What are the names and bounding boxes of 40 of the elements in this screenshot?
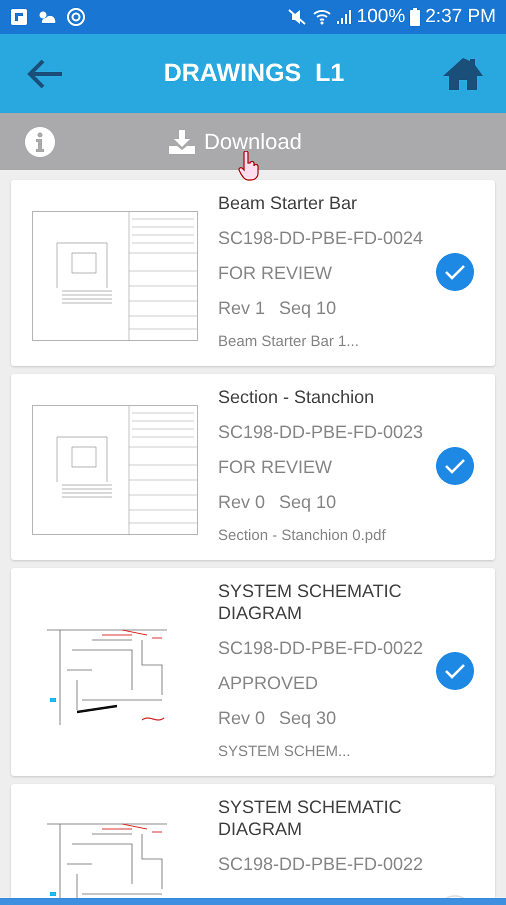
app-icon (10, 8, 28, 26)
review-status: APPROVED (218, 672, 320, 694)
drawing-number: SC198-DD-PBE-FD-0023 (218, 421, 424, 443)
mute-icon (286, 8, 308, 26)
file-name: SYSTEM SCHEM... (218, 742, 352, 762)
signal-icon (336, 9, 352, 25)
check-icon[interactable] (435, 252, 475, 292)
drawing-number: SC198-DD-PBE-FD-0024 (218, 227, 424, 249)
drawing-card[interactable]: Beam Starter Bar SC198-DD-PBE-FD-0024 FOR REVIEW Rev 1 Seq 10 Beam Starter Bar 1... (11, 180, 495, 366)
hand-cursor-icon (237, 151, 259, 181)
clock-time: 2:37 PM (425, 6, 496, 28)
home-icon[interactable] (442, 56, 484, 90)
review-status: FOR REVIEW (218, 456, 334, 478)
drawing-title: SYSTEM SCHEMATIC DIAGRAM (218, 796, 403, 840)
file-name: Beam Starter Bar 1... (218, 332, 360, 352)
revision-label: Rev 1 (218, 297, 266, 319)
revision-label: Rev 0 (218, 491, 266, 513)
check-icon[interactable] (435, 651, 475, 691)
drawing-title: SYSTEM SCHEMATIC DIAGRAM (218, 580, 403, 624)
drawing-card[interactable]: SYSTEM SCHEMATIC DIAGRAM SC198-DD-PBE-FD-0022 (11, 784, 495, 898)
revision-label: Rev 0 (218, 707, 266, 729)
review-status: FOR REVIEW (218, 262, 334, 284)
sequence-label: Seq 10 (279, 297, 336, 319)
drawing-title: Section - Stanchion (218, 386, 376, 408)
sequence-label: Seq 10 (279, 491, 336, 513)
battery-icon (410, 8, 420, 26)
download-icon (168, 128, 196, 154)
sequence-label: Seq 30 (279, 707, 336, 729)
battery-percent: 100% (356, 6, 406, 28)
drawing-title: Beam Starter Bar (218, 192, 358, 214)
file-name: Section - Stanchion 0.pdf (218, 526, 387, 546)
sync-icon (66, 7, 86, 27)
drawing-card[interactable]: Section - Stanchion SC198-DD-PBE-FD-0023 FOR REVIEW Rev 0 Seq 10 Section - Stanchion 0.pdf (11, 374, 495, 560)
check-icon[interactable] (435, 446, 475, 486)
drawing-card[interactable]: SYSTEM SCHEMATIC DIAGRAM SC198-DD-PBE-FD-0022 APPROVED Rev 0 Seq 30 SYSTEM SCHEM... (11, 568, 495, 776)
info-icon[interactable] (24, 126, 56, 158)
drawing-number: SC198-DD-PBE-FD-0022 (218, 853, 424, 875)
drawing-number: SC198-DD-PBE-FD-0022 (218, 637, 424, 659)
screen-title: DRAWINGS L1 (164, 59, 344, 88)
wifi-icon (312, 8, 331, 26)
